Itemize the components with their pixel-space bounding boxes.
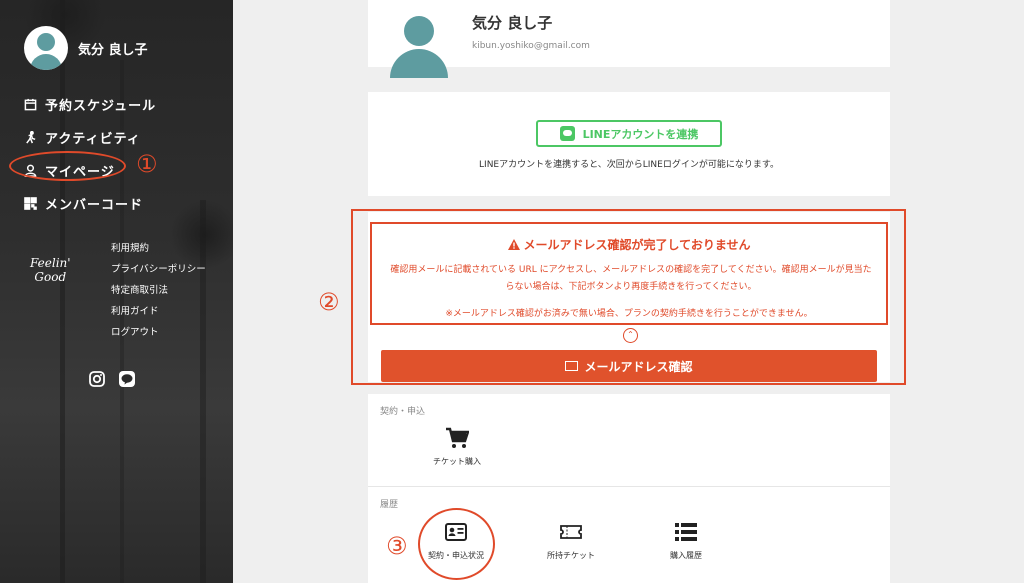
profile-email: kibun.yoshiko@gmail.com xyxy=(472,41,590,51)
link-commercial-law[interactable]: 特定商取引法 xyxy=(111,280,206,301)
purchase-history-tile[interactable]: 購入履歴 xyxy=(641,520,731,561)
list-icon xyxy=(675,523,697,541)
sidebar-user-name: 気分 良し子 xyxy=(78,42,148,58)
sidebar-item-label: 予約スケジュール xyxy=(45,99,157,114)
line-link-button[interactable]: LINEアカウントを連携 xyxy=(536,120,722,147)
line-link-card: LINEアカウントを連携 LINEアカウントを連携すると、次回からLINEログイ… xyxy=(368,92,890,196)
profile-card: 気分 良し子 kibun.yoshiko@gmail.com xyxy=(368,0,890,78)
feelin-good-logo: Feelin' Good xyxy=(30,256,71,284)
calendar-icon xyxy=(24,98,37,111)
footer-links: 利用規約 プライバシーポリシー 特定商取引法 利用ガイド ログアウト xyxy=(111,238,206,343)
link-privacy-policy[interactable]: プライバシーポリシー xyxy=(111,259,206,280)
sidebar: 気分 良し子 予約スケジュール アクティビティ マイページ メンバーコード Fe… xyxy=(0,0,233,583)
line-link-note: LINEアカウントを連携すると、次回からLINEログインが可能になります。 xyxy=(479,160,779,170)
link-logout[interactable]: ログアウト xyxy=(111,322,206,343)
divider xyxy=(368,486,890,487)
line-link-button-label: LINEアカウントを連携 xyxy=(582,127,699,141)
annotation-number-1: ① xyxy=(136,150,158,178)
sidebar-item-member-code[interactable]: メンバーコード xyxy=(24,187,156,220)
qr-code-icon xyxy=(24,197,37,210)
tile-label: 所持チケット xyxy=(547,551,595,560)
sidebar-item-schedule[interactable]: 予約スケジュール xyxy=(24,88,156,121)
instagram-icon[interactable] xyxy=(89,371,105,387)
section-label-contract: 契約・申込 xyxy=(380,407,426,417)
ticket-icon xyxy=(560,525,582,539)
sidebar-user[interactable]: 気分 良し子 xyxy=(24,26,148,70)
annotation-highlight-mypage xyxy=(9,151,126,181)
owned-tickets-tile[interactable]: 所持チケット xyxy=(526,520,616,561)
runner-icon xyxy=(26,131,36,144)
tile-label: チケット購入 xyxy=(433,457,481,466)
link-user-guide[interactable]: 利用ガイド xyxy=(111,301,206,322)
line-icon[interactable] xyxy=(119,371,135,387)
tile-label: 購入履歴 xyxy=(670,551,702,560)
avatar xyxy=(390,16,448,78)
section-label-history: 履歴 xyxy=(380,500,399,510)
annotation-number-2: ② xyxy=(318,288,340,316)
cart-icon xyxy=(446,427,469,448)
annotation-number-3: ③ xyxy=(386,532,408,560)
annotation-highlight-email-verification xyxy=(351,209,906,385)
annotation-highlight-contract-status xyxy=(418,508,495,580)
sidebar-item-label: アクティビティ xyxy=(45,132,141,147)
line-icon xyxy=(559,126,575,141)
sidebar-item-label: メンバーコード xyxy=(45,198,144,213)
profile-name: 気分 良し子 xyxy=(472,14,553,32)
link-terms[interactable]: 利用規約 xyxy=(111,238,206,259)
social-links xyxy=(89,371,135,387)
avatar xyxy=(24,26,68,70)
ticket-purchase-tile[interactable]: チケット購入 xyxy=(412,426,502,467)
